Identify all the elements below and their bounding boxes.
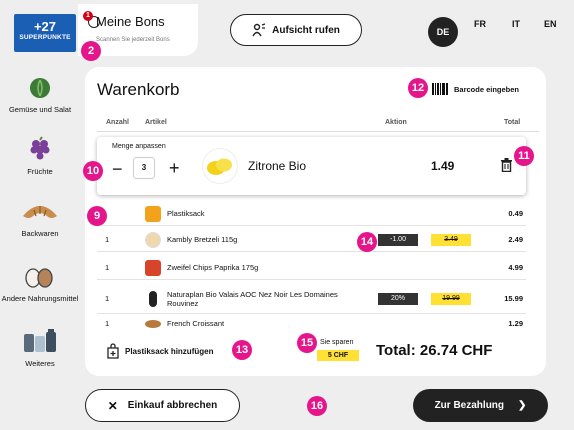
marker-11: 11 [514, 146, 534, 166]
quantity-editor: Menge anpassen − 3 + Zitrone Bio 1.49 [97, 137, 526, 195]
savings-label: Sie sparen [320, 339, 354, 346]
grapes-icon [30, 136, 50, 160]
lang-de[interactable]: DE [428, 17, 458, 47]
row-total: 4.99 [508, 263, 523, 272]
marker-13: 13 [232, 340, 252, 360]
header-divider [97, 131, 539, 132]
marker-16: 16 [307, 396, 327, 416]
sidebar-label: Andere Nahrungsmittel [1, 294, 79, 303]
col-artikel: Artikel [145, 119, 167, 126]
superpunkte-badge[interactable]: +27 SUPERPUNKTE [14, 14, 76, 52]
lang-it[interactable]: IT [512, 19, 520, 29]
editor-heading: Menge anpassen [112, 143, 166, 150]
marker-14: 14 [357, 232, 377, 252]
superpunkte-label: SUPERPUNKTE [19, 34, 71, 41]
lemon-icon [207, 158, 232, 175]
sidebar-item-weiteres[interactable]: Weiteres [0, 328, 80, 368]
sidebar-label: Gemüse und Salat [8, 105, 72, 114]
marker-9: 9 [87, 206, 107, 226]
superpunkte-count: +27 [33, 19, 57, 34]
row-qty: 1 [105, 235, 110, 244]
cart-row[interactable]: 1 French Croissant 1.29 [97, 316, 526, 331]
household-icon [24, 329, 56, 352]
sidebar-item-backwaren[interactable]: Backwaren [0, 200, 80, 238]
sidebar-label: Backwaren [21, 229, 59, 238]
col-anzahl: Anzahl [106, 119, 129, 126]
marker-15: 15 [297, 333, 317, 353]
add-bag-button[interactable]: Plastiksack hinzufügen [106, 343, 213, 359]
row-discount: -1.00 [378, 233, 418, 246]
barcode-button[interactable]: Barcode eingeben [432, 83, 519, 95]
eggs-icon [25, 268, 53, 288]
product-thumbnail [202, 148, 238, 184]
row-total: 2.49 [508, 235, 523, 244]
editor-product-price: 1.49 [431, 159, 455, 173]
savings-value: 5 CHF [317, 350, 359, 361]
trash-icon[interactable] [500, 158, 513, 172]
row-old-price: 3.49 [431, 233, 471, 246]
sidebar-label: Früchte [27, 167, 53, 176]
checkout-label: Zur Bezahlung [434, 400, 505, 411]
marker-2: 2 [81, 41, 101, 61]
plus-button[interactable]: + [169, 159, 180, 177]
quantity-input[interactable]: 3 [133, 157, 155, 179]
cancel-purchase-button[interactable]: ✕ Einkauf abbrechen [85, 389, 240, 422]
barcode-label: Barcode eingeben [454, 84, 520, 94]
croissant-icon [23, 206, 57, 218]
sidebar-item-andere[interactable]: Andere Nahrungsmittel [0, 265, 80, 303]
row-name: Zweifel Chips Paprika 175g [167, 263, 259, 272]
bretzeli-thumbnail [145, 231, 161, 248]
cart-row[interactable]: 1 Kambly Bretzeli 115g -1.00 3.49 2.49 [97, 228, 526, 252]
row-qty: 1 [105, 294, 110, 303]
cart-total: Total: 26.74 CHF [376, 342, 493, 359]
cabbage-icon [30, 78, 50, 98]
wine-thumbnail [149, 290, 157, 307]
cart-row[interactable]: 1 Zweifel Chips Paprika 175g 4.99 [97, 256, 526, 280]
row-total: 15.99 [504, 294, 523, 303]
sidebar-label: Weiteres [25, 359, 55, 368]
row-discount: 20% [378, 292, 418, 305]
col-aktion: Aktion [385, 119, 407, 126]
add-bag-label: Plastiksack hinzufügen [125, 346, 214, 356]
bons-title: Meine Bons [96, 14, 165, 29]
lang-en[interactable]: EN [544, 19, 557, 29]
editor-product-name: Zitrone Bio [248, 159, 307, 173]
row-name: French Croissant [167, 319, 225, 328]
add-bag-icon [107, 343, 119, 359]
marker-10: 10 [83, 161, 103, 181]
cart-title: Warenkorb [97, 80, 180, 99]
row-qty: 1 [105, 319, 110, 328]
row-qty: 1 [105, 263, 110, 272]
checkout-button[interactable]: Zur Bezahlung ❯ [413, 389, 548, 422]
bag-thumbnail [145, 205, 161, 222]
cart-row[interactable]: 1 Naturaplan Bio Valais AOC Nez Noir Les… [97, 284, 526, 314]
row-name: Plastiksack [167, 209, 205, 218]
row-total: 1.29 [508, 319, 523, 328]
lang-fr[interactable]: FR [474, 19, 486, 29]
marker-12: 12 [408, 78, 428, 98]
chevron-right-icon: ❯ [518, 400, 527, 411]
row-name: Kambly Bretzeli 115g [167, 235, 238, 244]
close-icon: ✕ [107, 398, 118, 413]
row-old-price: 19.99 [431, 292, 471, 305]
row-name: Naturaplan Bio Valais AOC Nez Noir Les D… [167, 289, 338, 308]
barcode-icon [432, 83, 448, 95]
col-total: Total [504, 119, 521, 126]
cancel-label: Einkauf abbrechen [127, 400, 218, 411]
bons-subtitle: Scannen Sie jederzeit Bons [96, 37, 170, 43]
row-total: 0.49 [508, 209, 523, 218]
chips-thumbnail [145, 259, 161, 276]
staff-bell-icon [252, 23, 266, 37]
sidebar-item-fruechte[interactable]: Früchte [0, 136, 80, 176]
call-staff-button[interactable]: Aufsicht rufen [230, 14, 362, 46]
call-staff-label: Aufsicht rufen [272, 24, 340, 36]
minus-button[interactable]: − [112, 160, 123, 178]
croissant-thumbnail [145, 319, 161, 328]
sidebar-item-gemuese[interactable]: Gemüse und Salat [0, 76, 80, 114]
cart-row[interactable]: Plastiksack 0.49 [97, 202, 526, 226]
bons-count-badge: 1 [83, 11, 93, 21]
